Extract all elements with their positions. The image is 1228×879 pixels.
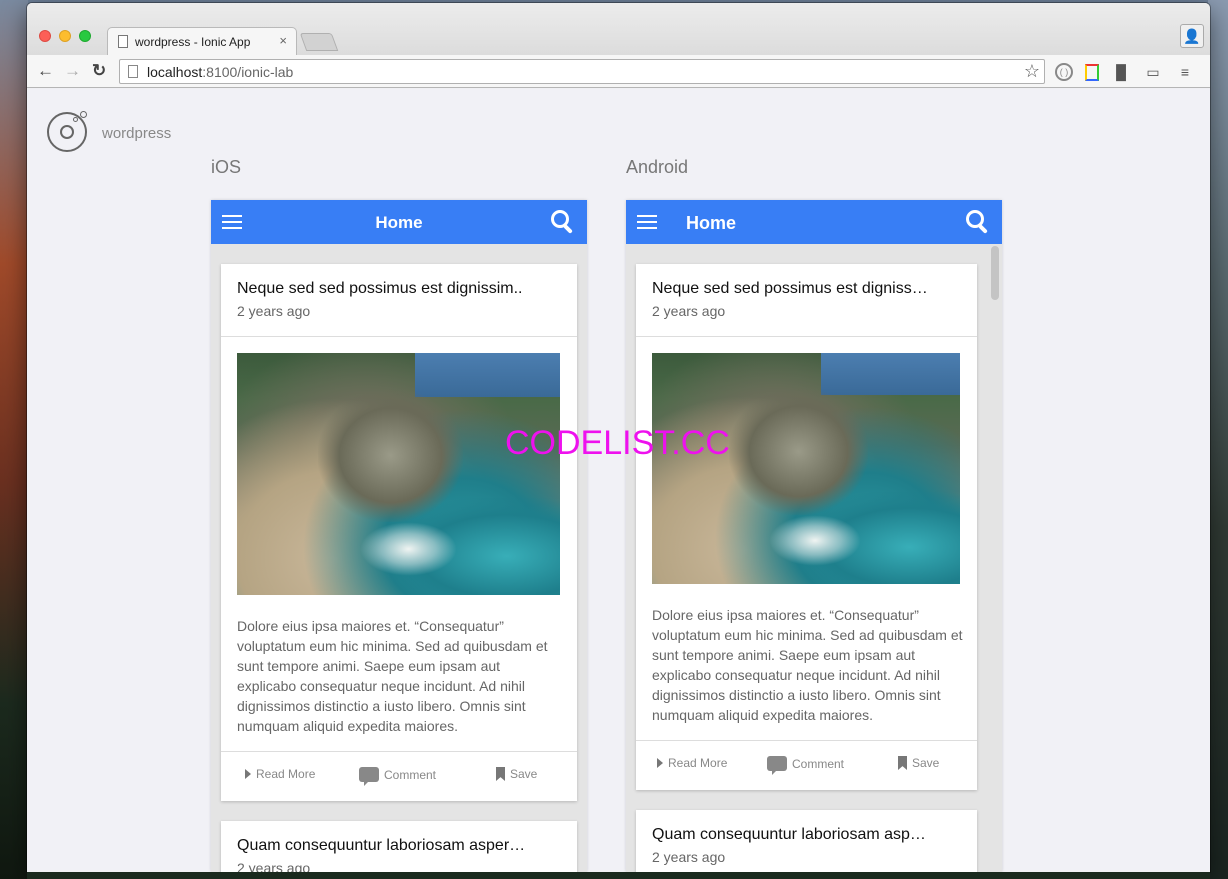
profile-button[interactable]: 👤 xyxy=(1180,24,1204,48)
comment-button[interactable]: Comment xyxy=(359,767,437,786)
desktop-background-right xyxy=(1208,0,1228,879)
page-title: Home xyxy=(375,213,423,232)
desktop-background-left xyxy=(0,0,28,879)
url-text: localhost:8100/ionic-lab xyxy=(147,64,293,80)
save-label: Save xyxy=(912,756,940,770)
zoom-window-button[interactable] xyxy=(79,30,91,42)
post-card: Quam consequuntur laboriosam asp… 2 year… xyxy=(636,810,977,872)
comment-label: Comment xyxy=(792,756,845,771)
divider xyxy=(636,336,977,337)
android-toolbar: Home xyxy=(626,200,1002,244)
browser-toolbar: ← → ↻ localhost:8100/ionic-lab ☆ ( ) ▐▌ … xyxy=(27,55,1210,88)
post-date: 2 years ago xyxy=(237,860,311,872)
post-title[interactable]: Quam consequuntur laboriosam asp… xyxy=(652,826,962,844)
desktop-background-bottom xyxy=(27,872,1210,879)
post-card: Neque sed sed possimus est dignissim.. 2… xyxy=(221,264,577,801)
page-icon xyxy=(128,65,138,78)
search-icon[interactable] xyxy=(551,210,575,234)
ionic-lab-logo-icon xyxy=(47,111,87,152)
post-date: 2 years ago xyxy=(652,303,726,319)
ios-navbar: Home xyxy=(211,200,587,244)
url-path: :8100/ionic-lab xyxy=(202,64,294,80)
post-card: Quam consequuntur laboriosam asper… 2 ye… xyxy=(221,821,577,872)
bookmark-star-icon[interactable]: ☆ xyxy=(1024,61,1040,82)
post-excerpt: Dolore eius ipsa maiores et. “Consequatu… xyxy=(237,618,548,734)
divider xyxy=(221,336,577,337)
caret-right-icon xyxy=(657,758,663,768)
reload-icon[interactable]: ↻ xyxy=(92,61,106,81)
extension-icons: ( ) ▐▌ ▭ ≡ xyxy=(1055,63,1195,81)
ios-device-preview: Home Neque sed sed possimus est dignissi… xyxy=(211,200,587,872)
search-icon[interactable] xyxy=(966,210,990,234)
extension-columns-icon[interactable]: ▐▌ xyxy=(1111,63,1131,81)
save-label: Save xyxy=(510,767,538,781)
watermark-text: CODELIST.CC xyxy=(505,424,730,462)
page-title: Home xyxy=(686,213,737,233)
app-name: wordpress xyxy=(102,125,172,142)
post-date: 2 years ago xyxy=(237,303,311,319)
save-button[interactable]: Save xyxy=(898,756,939,770)
back-arrow-icon[interactable]: ← xyxy=(37,61,54,81)
cast-icon[interactable]: ▭ xyxy=(1143,63,1163,81)
read-more-button[interactable]: Read More xyxy=(245,767,315,781)
bookmark-icon xyxy=(496,767,505,781)
extension-circle-icon[interactable]: ( ) xyxy=(1055,63,1073,81)
post-actions: Read More Comment Save xyxy=(221,752,577,799)
tab-close-icon[interactable]: × xyxy=(279,33,287,48)
post-card: Neque sed sed possimus est digniss… 2 ye… xyxy=(636,264,977,790)
post-title[interactable]: Neque sed sed possimus est dignissim.. xyxy=(237,280,547,298)
platform-label-android: Android xyxy=(626,157,689,177)
menu-icon[interactable]: ≡ xyxy=(1175,63,1195,81)
android-device-preview: Home Neque sed sed possimus est digniss…… xyxy=(626,200,1002,872)
comment-icon xyxy=(359,767,379,786)
post-date: 2 years ago xyxy=(652,849,726,865)
post-image xyxy=(652,353,960,584)
address-bar[interactable]: localhost:8100/ionic-lab ☆ xyxy=(119,59,1045,84)
comment-icon xyxy=(767,756,787,775)
post-title[interactable]: Neque sed sed possimus est digniss… xyxy=(652,280,962,298)
hamburger-menu-icon[interactable] xyxy=(637,215,657,229)
minimize-window-button[interactable] xyxy=(59,30,71,42)
caret-right-icon xyxy=(245,769,251,779)
post-excerpt: Dolore eius ipsa maiores et. “Consequatu… xyxy=(652,607,963,723)
ionic-lab-page: wordpress iOS Android Home Neque sed sed… xyxy=(27,89,1210,872)
read-more-button[interactable]: Read More xyxy=(657,756,727,770)
extension-color-icon[interactable] xyxy=(1085,63,1099,81)
close-window-button[interactable] xyxy=(39,30,51,42)
save-button[interactable]: Save xyxy=(496,767,537,781)
read-more-label: Read More xyxy=(668,756,728,770)
scrollbar[interactable] xyxy=(991,246,999,300)
post-title[interactable]: Quam consequuntur laboriosam asper… xyxy=(237,837,547,855)
comment-button[interactable]: Comment xyxy=(767,756,845,775)
tab-title: wordpress - Ionic App xyxy=(135,35,251,49)
forward-arrow-icon[interactable]: → xyxy=(64,61,81,81)
platform-label-ios: iOS xyxy=(211,157,242,177)
read-more-label: Read More xyxy=(256,767,316,781)
browser-tab[interactable]: wordpress - Ionic App × xyxy=(107,27,297,55)
browser-window: wordpress - Ionic App × 👤 ← → ↻ localhos… xyxy=(27,3,1210,872)
bookmark-icon xyxy=(898,756,907,770)
person-icon: 👤 xyxy=(1183,27,1201,44)
post-actions: Read More Comment Save xyxy=(636,741,977,788)
post-image xyxy=(237,353,560,595)
browser-titlebar: wordpress - Ionic App × 👤 xyxy=(27,3,1210,55)
page-icon xyxy=(118,35,128,48)
comment-label: Comment xyxy=(384,767,437,782)
url-host: localhost xyxy=(147,64,203,80)
new-tab-button[interactable] xyxy=(299,33,339,51)
